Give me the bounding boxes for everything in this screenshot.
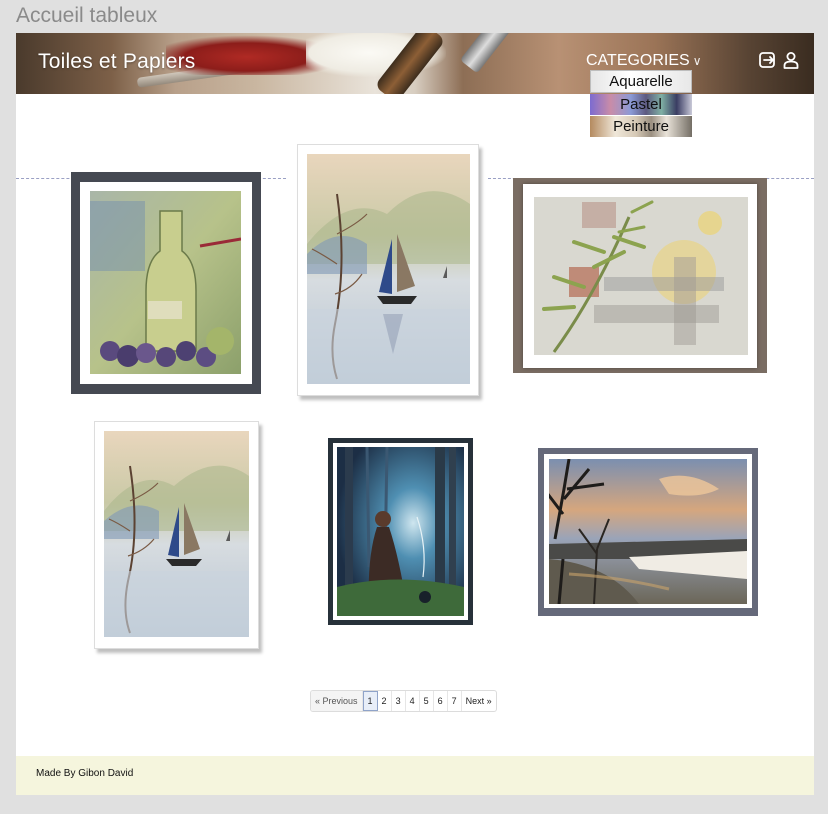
page-button-2[interactable]: 2 (378, 691, 392, 711)
page-button-7[interactable]: 7 (448, 691, 462, 711)
header-banner: Toiles et Papiers CATEGORIES ∨ (16, 33, 814, 94)
chevron-down-icon: ∨ (692, 54, 702, 68)
next-page-button[interactable]: Next » (462, 691, 496, 711)
page-button-4[interactable]: 4 (406, 691, 420, 711)
banner-brush-ferrule (459, 33, 515, 74)
footer: Made By Gibon David (16, 756, 814, 795)
painting-image-forest (337, 447, 464, 616)
category-item-pastel[interactable]: Pastel (590, 94, 692, 115)
category-label: Aquarelle (609, 73, 673, 90)
painting-card-junk-boat-2[interactable] (94, 421, 259, 649)
logout-icon[interactable] (759, 51, 777, 69)
category-item-aquarelle[interactable]: Aquarelle (590, 70, 692, 93)
painting-image-river (549, 459, 747, 604)
categories-menu-toggle[interactable]: CATEGORIES ∨ (586, 52, 702, 70)
page-button-3[interactable]: 3 (392, 691, 406, 711)
painting-card-forest[interactable] (328, 438, 473, 625)
category-label: Peinture (613, 118, 669, 135)
painting-image-junk-boat-2 (104, 431, 249, 637)
category-item-peinture[interactable]: Peinture (590, 116, 692, 137)
previous-page-button[interactable]: « Previous (311, 691, 363, 711)
painting-card-junk-boat[interactable] (297, 144, 479, 396)
painting-image-junk-boat (307, 154, 470, 384)
page-title: Accueil tableux (16, 4, 158, 27)
painting-card-wine[interactable] (71, 172, 261, 394)
categories-dropdown: Aquarelle Pastel Peinture (590, 70, 692, 138)
page-button-5[interactable]: 5 (420, 691, 434, 711)
painting-image-bamboo (534, 197, 748, 355)
painting-card-river[interactable] (538, 448, 758, 616)
painting-image-wine (90, 191, 241, 374)
page-button-6[interactable]: 6 (434, 691, 448, 711)
category-label: Pastel (620, 96, 662, 113)
app-frame: Toiles et Papiers CATEGORIES ∨ Aquarelle … (16, 33, 814, 795)
page-button-1[interactable]: 1 (362, 691, 378, 711)
categories-label: CATEGORIES (586, 52, 690, 69)
footer-credit: Made By Gibon David (36, 768, 134, 779)
pagination: « Previous 1 2 3 4 5 6 7 Next » (310, 690, 497, 712)
painting-card-bamboo[interactable] (513, 178, 767, 373)
brand-title[interactable]: Toiles et Papiers (38, 50, 195, 74)
user-icon[interactable] (782, 51, 800, 69)
